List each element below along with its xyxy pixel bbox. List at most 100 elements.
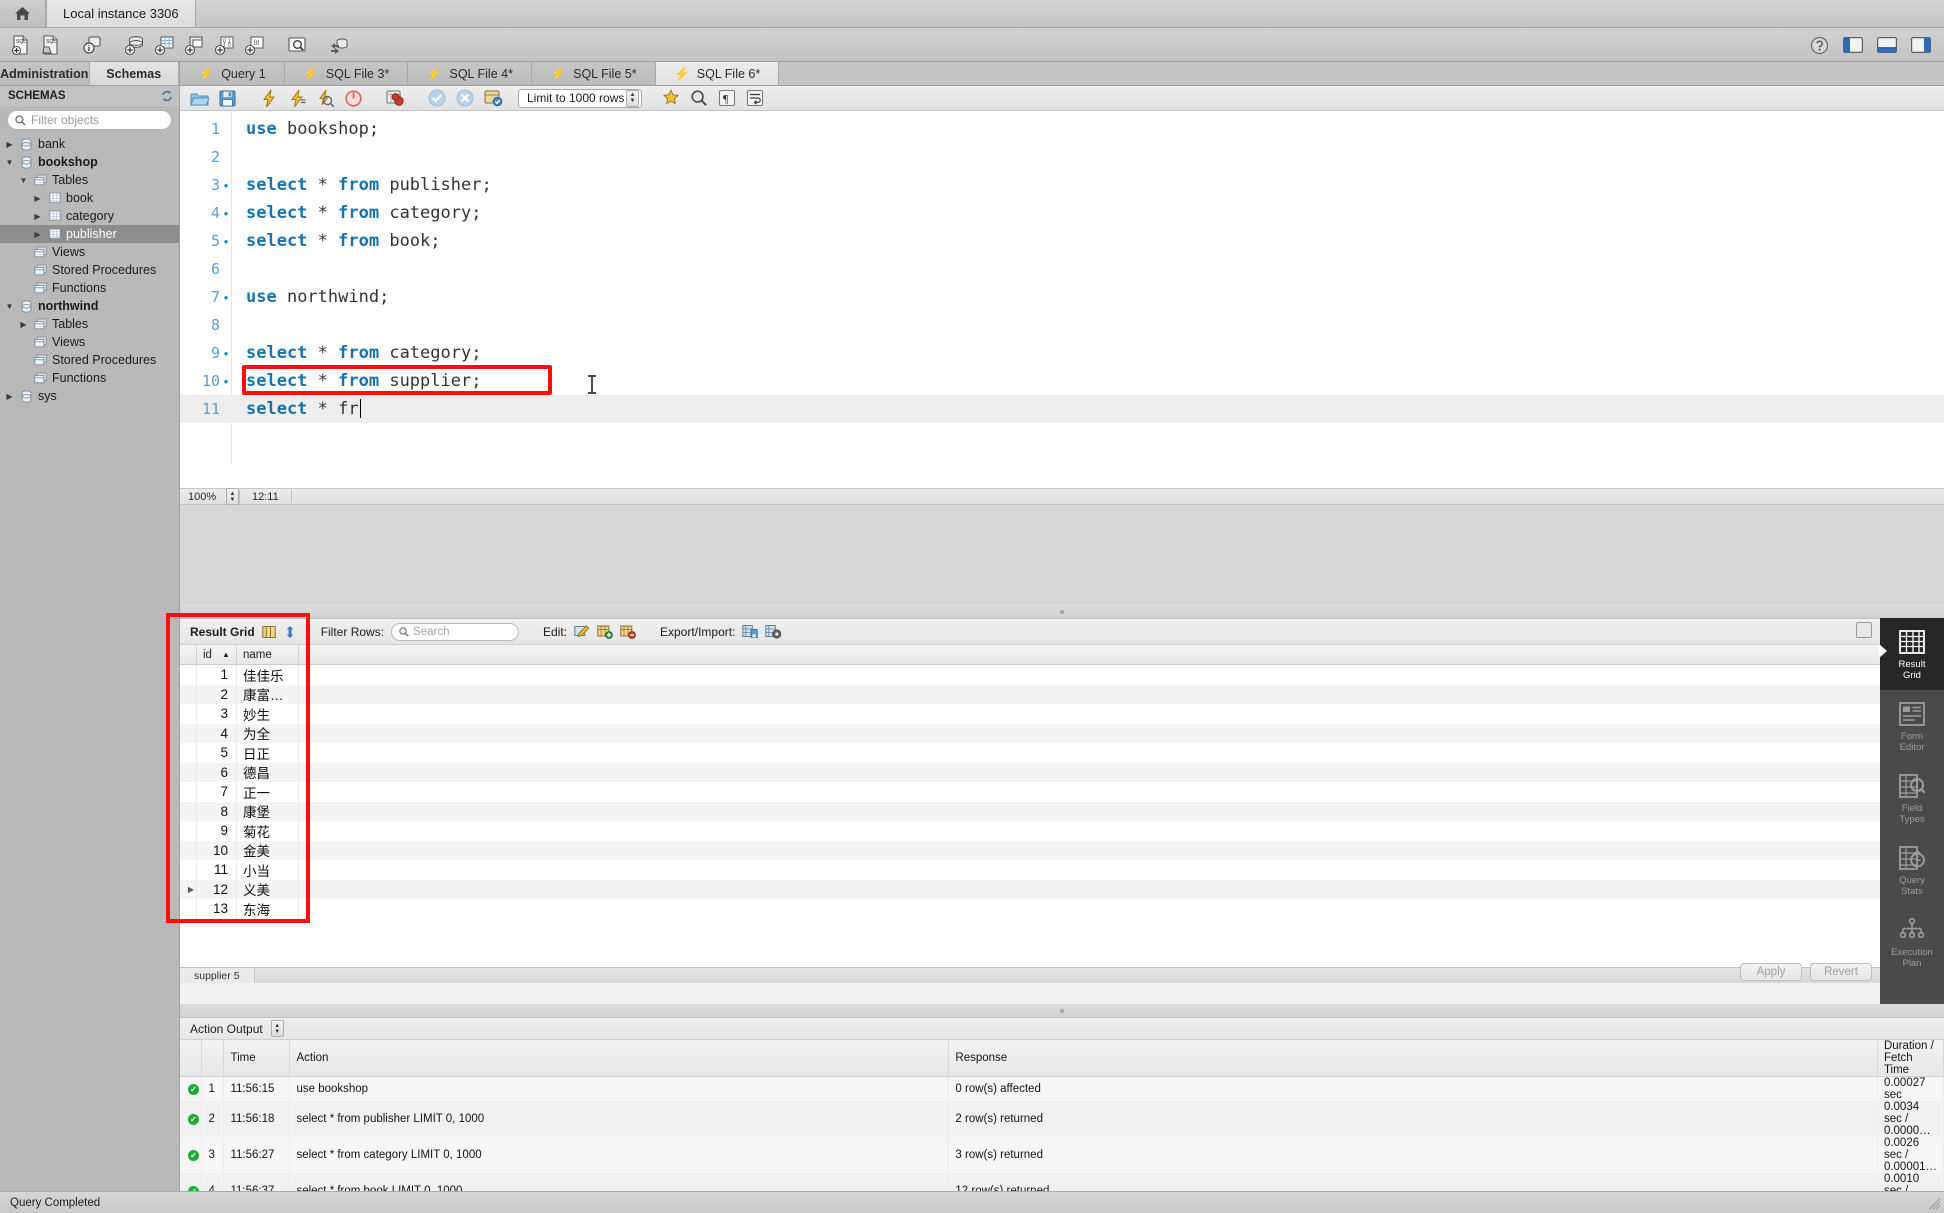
table-row[interactable]: 13 东海 [180, 899, 1880, 919]
table-row[interactable]: 7 正一 [180, 782, 1880, 802]
help-button[interactable] [1804, 31, 1834, 59]
tree-node-bookshop[interactable]: bookshop [0, 153, 179, 171]
open-script-button[interactable] [186, 87, 212, 110]
toggle-secondary-sidebar-button[interactable] [1906, 31, 1936, 59]
table-row[interactable]: 11 小当 [180, 860, 1880, 880]
cell-name[interactable]: 东海 [237, 899, 299, 919]
cell-id[interactable]: 1 [197, 665, 237, 685]
zoom-stepper[interactable]: ▲ ▼ [226, 488, 239, 505]
tab-sql-file-3[interactable]: ⚡ SQL File 3* [284, 62, 409, 85]
tree-node-book[interactable]: book [0, 189, 179, 207]
tree-node-tables[interactable]: Tables [0, 315, 179, 333]
cell-id[interactable]: 2 [197, 684, 237, 704]
insert-row-icon[interactable] [597, 624, 613, 639]
tree-node-functions[interactable]: Functions [0, 369, 179, 387]
cell-name[interactable]: 佳佳乐 [237, 665, 299, 685]
cell-id[interactable]: 9 [197, 821, 237, 841]
reconnect-server-button[interactable] [324, 31, 354, 59]
table-row[interactable]: 10 金美 [180, 840, 1880, 860]
chevron-right-icon[interactable] [4, 392, 15, 401]
wrap-cell-content-icon[interactable] [283, 625, 297, 639]
cell-id[interactable]: 11 [197, 860, 237, 880]
stop-execution-button[interactable] [340, 87, 366, 110]
maximize-result-panel-button[interactable] [1856, 622, 1872, 638]
tree-node-sys[interactable]: sys [0, 387, 179, 405]
create-procedure-button[interactable]: 0 1 1 0 [210, 31, 240, 59]
tab-sql-file-4[interactable]: ⚡ SQL File 4* [408, 62, 532, 85]
code-line-7[interactable]: 7 • use northwind; [180, 283, 1944, 311]
tree-node-stored-procedures[interactable]: Stored Procedures [0, 261, 179, 279]
rollback-button[interactable] [452, 87, 478, 110]
tree-node-stored-procedures[interactable]: Stored Procedures [0, 351, 179, 369]
tab-sql-file-5[interactable]: ⚡ SQL File 5* [531, 62, 656, 85]
tab-administration[interactable]: Administration [0, 62, 90, 85]
limit-rows-stepper[interactable]: ▲ ▼ [626, 89, 639, 107]
refresh-icon[interactable] [161, 90, 173, 102]
cell-id[interactable]: 13 [197, 899, 237, 919]
result-view-form-editor[interactable]: Form Editor [1880, 690, 1944, 762]
result-set-tab[interactable]: supplier 5 [180, 968, 255, 983]
beautify-sql-button[interactable] [658, 87, 684, 110]
cell-name[interactable]: 菊花 [237, 821, 299, 841]
filter-rows-input[interactable] [413, 625, 512, 638]
result-view-field-types[interactable]: Field Types [1880, 762, 1944, 834]
create-table-button[interactable] [150, 31, 180, 59]
tree-node-functions[interactable]: Functions [0, 279, 179, 297]
cell-name[interactable]: 金美 [237, 840, 299, 860]
table-row[interactable]: 5 日正 [180, 743, 1880, 763]
cell-id[interactable]: 6 [197, 762, 237, 782]
column-header-id[interactable]: id ▲ [197, 645, 237, 664]
action-output-selector[interactable]: ▲ ▼ [270, 1020, 284, 1037]
open-sql-script-button[interactable]: SQL [36, 31, 66, 59]
chevron-right-icon[interactable] [32, 212, 43, 221]
code-line-9[interactable]: 9 • select * from category; [180, 339, 1944, 367]
execute-current-statement-button[interactable] [284, 87, 310, 110]
action-output-row[interactable]: ✓ 1 11:56:15 use bookshop 0 row(s) affected 0… [180, 1076, 1944, 1101]
create-function-button[interactable]: f0 [240, 31, 270, 59]
create-schema-button[interactable] [120, 31, 150, 59]
code-line-2[interactable]: 2 [180, 143, 1944, 171]
action-output-row[interactable]: ✓ 2 11:56:18 select * from publisher LIMIT … [180, 1101, 1944, 1137]
apply-button[interactable]: Apply [1740, 963, 1802, 981]
cell-name[interactable]: 为全 [237, 723, 299, 743]
tab-sql-file-6[interactable]: ⚡ SQL File 6* [655, 62, 780, 85]
cell-name[interactable]: 康堡 [237, 801, 299, 821]
cell-name[interactable]: 日正 [237, 743, 299, 763]
cell-id[interactable]: 12 [197, 879, 237, 899]
cell-name[interactable]: 小当 [237, 860, 299, 880]
sql-code-area[interactable]: 1 use bookshop; 2 3 • select * from publisher… [180, 111, 1944, 464]
cell-name[interactable]: 妙生 [237, 704, 299, 724]
table-row[interactable]: 6 德昌 [180, 762, 1880, 782]
tree-node-category[interactable]: category [0, 207, 179, 225]
filter-objects-box[interactable] [7, 110, 172, 130]
limit-rows-select[interactable]: Limit to 1000 rows ▲ ▼ [518, 88, 642, 108]
home-button[interactable] [0, 0, 46, 27]
cell-name[interactable]: 康富… [237, 684, 299, 704]
cell-id[interactable]: 7 [197, 782, 237, 802]
toggle-wrap-lines-button[interactable] [742, 87, 768, 110]
tree-node-publisher[interactable]: publisher [0, 225, 179, 243]
chevron-right-icon[interactable] [4, 140, 15, 149]
table-row[interactable]: 9 菊花 [180, 821, 1880, 841]
cell-name[interactable]: 德昌 [237, 762, 299, 782]
edit-row-icon[interactable] [574, 624, 590, 639]
result-view-query-stats[interactable]: Query Stats [1880, 834, 1944, 906]
action-output-row[interactable]: ✓ 3 11:56:27 select * from category LIMIT 0… [180, 1137, 1944, 1173]
revert-button[interactable]: Revert [1810, 963, 1872, 981]
chevron-down-icon[interactable] [4, 158, 15, 167]
code-line-1[interactable]: 1 use bookshop; [180, 115, 1944, 143]
server-info-button[interactable]: i [78, 31, 108, 59]
code-line-11[interactable]: 11 select * fr [180, 395, 1944, 423]
table-row[interactable]: ▶ 12 义美 [180, 879, 1880, 899]
toggle-sidebar-button[interactable] [1838, 31, 1868, 59]
tab-query-1[interactable]: ⚡ Query 1 [180, 62, 285, 85]
explain-statement-button[interactable] [312, 87, 338, 110]
toggle-invisible-chars-button[interactable]: ¶ [714, 87, 740, 110]
chevron-right-icon[interactable] [32, 230, 43, 239]
tab-schemas[interactable]: Schemas [89, 62, 179, 85]
cell-id[interactable]: 3 [197, 704, 237, 724]
tree-node-bank[interactable]: bank [0, 135, 179, 153]
column-header-name[interactable]: name [237, 645, 299, 664]
filter-rows-search-box[interactable] [391, 622, 520, 641]
cell-id[interactable]: 5 [197, 743, 237, 763]
